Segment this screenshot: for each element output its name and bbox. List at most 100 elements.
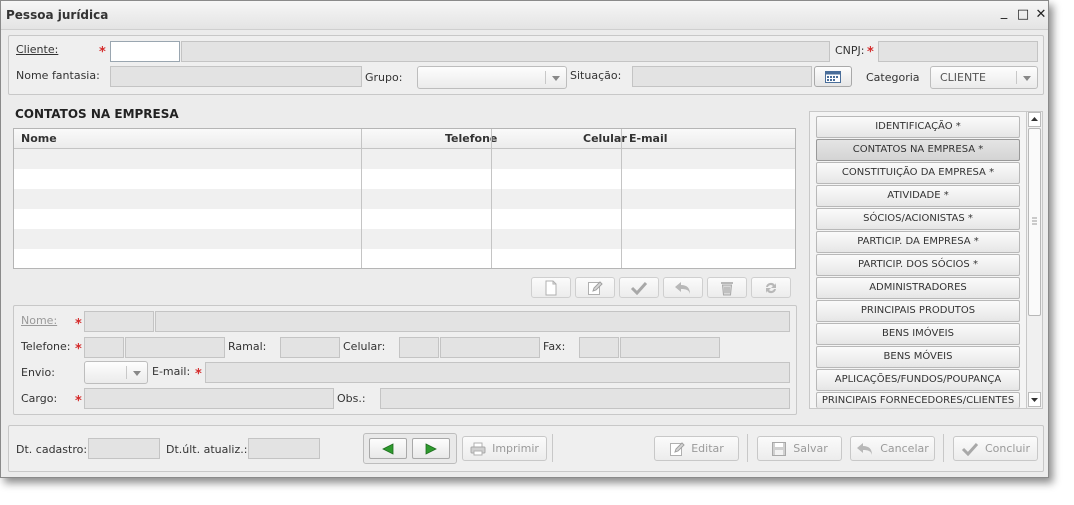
dt-ult-atualiz-label: Dt.últ. atualiz.: [166, 443, 248, 456]
celular-ddd-field [399, 337, 439, 358]
edit-record-button[interactable] [575, 277, 615, 298]
table-row[interactable] [14, 249, 795, 269]
column-divider [491, 129, 492, 268]
categoria-select[interactable]: CLIENTE [930, 66, 1038, 89]
confirm-record-button[interactable] [619, 277, 659, 298]
table-header: Nome Telefone Celular E-mail [14, 129, 795, 149]
minimize-button[interactable]: _ [997, 5, 1011, 21]
next-record-button[interactable] [412, 438, 450, 459]
print-button[interactable]: Imprimir [462, 436, 547, 461]
required-marker: * [75, 342, 82, 357]
nav-aplicacoes-fundos-poupanca[interactable]: APLICAÇÕES/FUNDOS/POUPANÇA [816, 369, 1020, 391]
required-marker: * [75, 317, 82, 332]
divider [747, 434, 748, 462]
cliente-code-input[interactable] [110, 41, 180, 62]
new-icon [545, 280, 557, 295]
envio-label: Envio: [21, 366, 55, 379]
calendar-button[interactable] [814, 66, 852, 87]
table-row[interactable] [14, 149, 795, 169]
client-header-panel: Cliente: * CNPJ: * Nome fantasia: Grupo:… [8, 35, 1044, 95]
table-row[interactable] [14, 209, 795, 229]
divider [552, 434, 553, 462]
nome-fantasia-field [110, 66, 362, 87]
refresh-button[interactable] [751, 277, 791, 298]
undo-icon [857, 442, 873, 455]
edit-icon [588, 280, 603, 295]
arrow-right-icon [425, 442, 437, 455]
nav-socios-acionistas[interactable]: SÓCIOS/ACIONISTAS * [816, 208, 1020, 230]
check-icon [961, 442, 979, 456]
grip-icon [1032, 217, 1037, 225]
column-header-telefone[interactable]: Telefone [445, 132, 497, 145]
print-label: Imprimir [492, 442, 539, 455]
table-row[interactable] [14, 229, 795, 249]
dt-cadastro-field [88, 438, 160, 459]
save-icon [772, 441, 787, 456]
undo-icon [675, 281, 690, 294]
cancel-label: Cancelar [880, 442, 929, 455]
scroll-down-button[interactable] [1028, 392, 1041, 407]
window-title: Pessoa jurídica [6, 8, 109, 22]
required-marker: * [99, 45, 106, 60]
table-row[interactable] [14, 189, 795, 209]
email-label: E-mail: [152, 365, 191, 378]
envio-select[interactable] [84, 361, 148, 384]
arrow-up-icon [1031, 117, 1038, 121]
column-header-email[interactable]: E-mail [629, 132, 668, 145]
nav-bens-moveis[interactable]: BENS MÓVEIS [816, 346, 1020, 368]
nav-identificacao[interactable]: IDENTIFICAÇÃO * [816, 116, 1020, 138]
email-field [205, 362, 790, 383]
grupo-label: Grupo: [365, 71, 403, 84]
printer-icon [470, 442, 486, 455]
nav-scrollbar[interactable] [1026, 112, 1042, 408]
telefone-field [125, 337, 225, 358]
situacao-label: Situação: [570, 69, 622, 82]
section-nav-list[interactable]: IDENTIFICAÇÃO * CONTATOS NA EMPRESA * CO… [809, 111, 1043, 409]
conclude-button[interactable]: Concluir [953, 436, 1038, 461]
scroll-thumb[interactable] [1028, 128, 1041, 316]
section-title: CONTATOS NA EMPRESA [15, 107, 179, 121]
nav-principais-produtos[interactable]: PRINCIPAIS PRODUTOS [816, 300, 1020, 322]
required-marker: * [867, 45, 874, 60]
dt-cadastro-label: Dt. cadastro: [16, 443, 88, 456]
nav-atividade[interactable]: ATIVIDADE * [816, 185, 1020, 207]
telefone-label: Telefone: [21, 340, 71, 353]
conclude-label: Concluir [984, 442, 1031, 455]
nome-fantasia-label: Nome fantasia: [16, 69, 100, 82]
delete-record-button[interactable] [707, 277, 747, 298]
nav-principais-fornecedores-clientes[interactable]: PRINCIPAIS FORNECEDORES/CLIENTES [816, 392, 1020, 408]
contacts-table[interactable]: Nome Telefone Celular E-mail [13, 128, 796, 269]
save-button[interactable]: Salvar [757, 436, 842, 461]
ramal-label: Ramal: [228, 340, 267, 353]
scroll-up-button[interactable] [1028, 112, 1041, 127]
maximize-button[interactable]: □ [1016, 7, 1030, 23]
required-marker: * [195, 367, 202, 382]
new-record-button[interactable] [531, 277, 571, 298]
categoria-value: CLIENTE [940, 71, 986, 84]
nav-contatos-na-empresa[interactable]: CONTATOS NA EMPRESA * [816, 139, 1020, 161]
nav-bens-imoveis[interactable]: BENS IMÓVEIS [816, 323, 1020, 345]
edit-button[interactable]: Editar [654, 436, 739, 461]
chevron-down-icon [1023, 76, 1031, 81]
cancel-button[interactable]: Cancelar [850, 436, 935, 461]
grupo-select[interactable] [417, 66, 567, 89]
edit-icon [670, 441, 685, 456]
column-header-nome[interactable]: Nome [21, 132, 57, 145]
nav-administradores[interactable]: ADMINISTRADORES [816, 277, 1020, 299]
nav-constituicao-da-empresa[interactable]: CONSTITUIÇÃO DA EMPRESA * [816, 162, 1020, 184]
undo-record-button[interactable] [663, 277, 703, 298]
nome-field [155, 311, 790, 332]
chevron-down-icon [133, 371, 141, 376]
nav-particip-da-empresa[interactable]: PARTICIP. DA EMPRESA * [816, 231, 1020, 253]
close-button[interactable]: ✕ [1034, 7, 1048, 23]
previous-record-button[interactable] [369, 438, 407, 459]
celular-field [440, 337, 540, 358]
fax-field [620, 337, 720, 358]
nome-code-field [84, 311, 154, 332]
nav-particip-dos-socios[interactable]: PARTICIP. DOS SÓCIOS * [816, 254, 1020, 276]
required-marker: * [75, 394, 82, 409]
table-row[interactable] [14, 169, 795, 189]
obs-field [380, 388, 790, 409]
title-bar[interactable]: Pessoa jurídica _ □ ✕ [1, 1, 1048, 30]
ramal-field [280, 337, 340, 358]
